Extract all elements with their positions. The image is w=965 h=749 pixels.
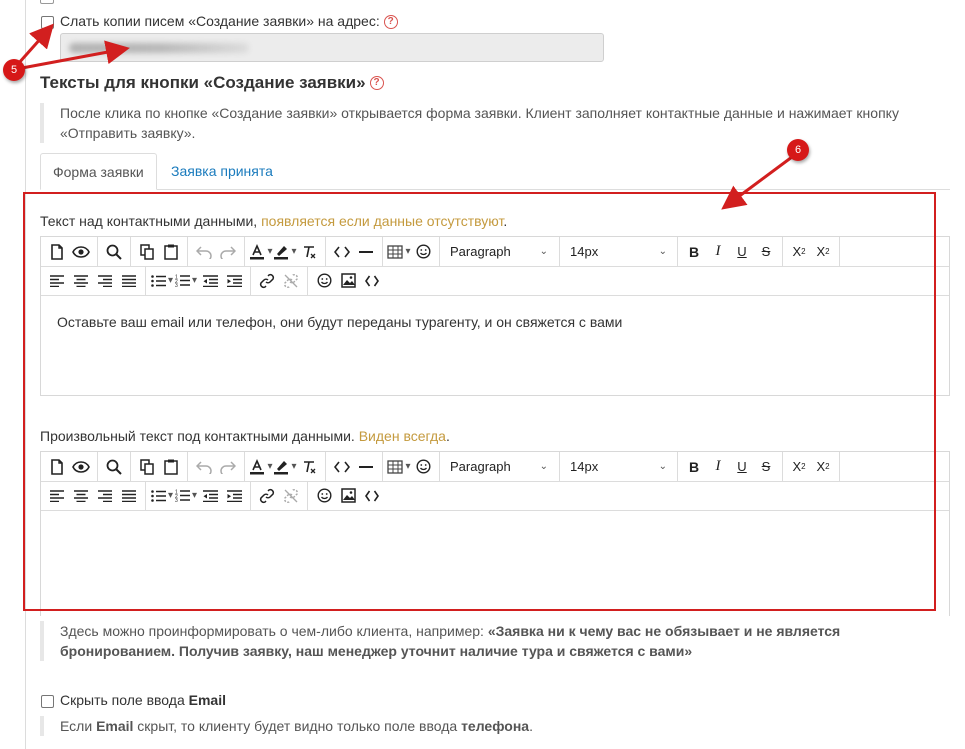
annotation-arrow-5a bbox=[16, 23, 54, 65]
annotation-badge-5: 5 bbox=[3, 59, 25, 81]
annotation-arrow-5b bbox=[21, 40, 130, 70]
annotation-arrow-6 bbox=[721, 155, 793, 210]
tab-request-form[interactable]: Форма заявки bbox=[40, 153, 157, 190]
annotation-arrows bbox=[16, 23, 793, 210]
annotation-badge-6: 6 bbox=[787, 139, 809, 161]
